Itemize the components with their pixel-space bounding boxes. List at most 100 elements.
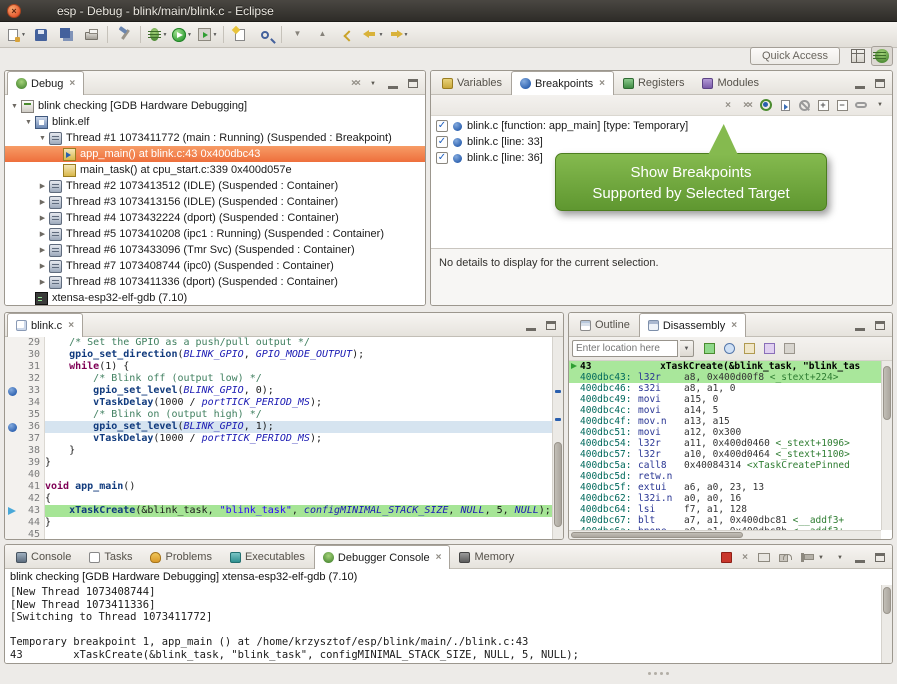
line-number[interactable]: 31 [19, 361, 45, 373]
expand-arrow-icon[interactable]: ▶ [36, 246, 49, 254]
view-menu-button[interactable]: ▼ [871, 97, 889, 114]
tab-tasks[interactable]: Tasks [80, 545, 141, 568]
debug-tree-item[interactable]: ▶Thread #5 1073410208 (ipc1 : Running) (… [5, 226, 425, 242]
sash-handle[interactable] [648, 672, 669, 675]
disassembly-row[interactable]: 400dbc67:blta7, a1, 0x400dbc81 <__addf3+ [569, 515, 881, 526]
code-text[interactable] [45, 469, 552, 481]
maximize-view-button[interactable] [871, 317, 889, 334]
line-number[interactable]: 42 [19, 493, 45, 505]
code-text[interactable]: /* Blink off (output low) */ [45, 373, 552, 385]
editor-ruler-cell[interactable] [5, 469, 19, 481]
run-button[interactable]: ▼ [170, 24, 194, 46]
quick-access-button[interactable]: Quick Access [750, 47, 840, 65]
maximize-view-button[interactable] [871, 549, 889, 566]
previous-annotation-button[interactable] [311, 24, 335, 46]
link-with-debug-view-button[interactable] [852, 97, 870, 114]
minimize-view-button[interactable] [851, 549, 869, 566]
disassembly-row[interactable]: 400dbc5a:call80x40084314 <xTaskCreatePin… [569, 460, 881, 471]
expand-arrow-icon[interactable]: ▼ [22, 119, 35, 126]
disassembly-row[interactable]: 400dbc51:movia12, 0x300 [569, 427, 881, 438]
location-input[interactable] [572, 340, 678, 357]
breakpoint-item[interactable]: ✓blink.c [function: app_main] [type: Tem… [431, 118, 892, 134]
open-perspective-button[interactable] [847, 46, 869, 66]
line-number[interactable]: 39 [19, 457, 45, 469]
tab-memory[interactable]: Memory [450, 545, 523, 568]
pin-console-button[interactable] [793, 549, 811, 566]
code-text[interactable] [45, 529, 552, 539]
skip-all-breakpoints-button[interactable] [795, 97, 813, 114]
maximize-view-button[interactable] [871, 75, 889, 92]
expand-arrow-icon[interactable]: ▶ [36, 230, 49, 238]
remove-selected-breakpoints-button[interactable]: × [719, 97, 737, 114]
line-number[interactable]: 36 [19, 421, 45, 433]
show-breakpoints-supported-by-selected-target-button[interactable] [757, 97, 775, 114]
disassembly-row[interactable]: 400dbc4c:movia14, 5 [569, 405, 881, 416]
save-all-button[interactable] [54, 24, 78, 46]
collapse-all-button[interactable]: − [833, 97, 851, 114]
tab-blink-c[interactable]: blink.c× [7, 313, 83, 337]
view-menu-button[interactable]: ▼ [364, 75, 382, 92]
minimize-view-button[interactable] [384, 75, 402, 92]
expand-all-button[interactable]: + [814, 97, 832, 114]
code-text[interactable]: gpio_set_direction(BLINK_GPIO, GPIO_MODE… [45, 349, 552, 361]
disassembly-vertical-scrollbar[interactable] [881, 361, 892, 530]
save-button[interactable] [29, 24, 53, 46]
next-annotation-button[interactable] [286, 24, 310, 46]
checkbox-icon[interactable]: ✓ [436, 152, 448, 164]
code-text[interactable]: { [45, 493, 552, 505]
dropdown-arrow-icon[interactable]: ▼ [163, 32, 168, 38]
tab-console[interactable]: Console [7, 545, 80, 568]
line-number[interactable]: 30 [19, 349, 45, 361]
code-editor[interactable]: 29 /* Set the GPIO as a push/pull output… [5, 337, 552, 539]
dropdown-arrow-icon[interactable]: ▼ [187, 32, 192, 38]
dropdown-arrow-icon[interactable]: ▼ [21, 32, 26, 38]
breakpoint-annotation-mark[interactable] [555, 418, 561, 421]
minimize-view-button[interactable] [522, 317, 540, 334]
tab-variables[interactable]: Variables [433, 71, 511, 94]
minimize-view-button[interactable] [851, 75, 869, 92]
line-number[interactable]: 32 [19, 373, 45, 385]
disassembly-listing[interactable]: 43 xTaskCreate(&blink_task, "blink_tas 40… [569, 361, 881, 530]
disassembly-row[interactable]: 43 xTaskCreate(&blink_task, "blink_tas [569, 361, 881, 372]
remove-launch-button[interactable]: × [736, 549, 754, 566]
maximize-view-button[interactable] [404, 75, 422, 92]
expand-arrow-icon[interactable]: ▼ [8, 103, 21, 110]
console-vertical-scrollbar[interactable] [881, 585, 892, 663]
disassembly-row[interactable]: 400dbc57:l32ra10, 0x400d0464 <_stext+110… [569, 449, 881, 460]
go-to-file-for-breakpoint-button[interactable] [776, 97, 794, 114]
line-number[interactable]: 29 [19, 337, 45, 349]
line-number[interactable]: 33 [19, 385, 45, 397]
debug-tree-item[interactable]: ▶Thread #6 1073433096 (Tmr Svc) (Suspend… [5, 242, 425, 258]
tab-debugger-console[interactable]: Debugger Console× [314, 545, 451, 569]
console-output[interactable]: [New Thread 1073408744][New Thread 10734… [5, 585, 881, 663]
editor-ruler-cell[interactable] [5, 529, 19, 539]
disassembly-row[interactable]: 400dbc5d:retw.n [569, 471, 881, 482]
disassembly-row[interactable]: 400dbc46:s32ia8, a1, 0 [569, 383, 881, 394]
expand-arrow-icon[interactable]: ▶ [36, 214, 49, 222]
code-text[interactable]: vTaskDelay(1000 / portTICK_PERIOD_MS); [45, 397, 552, 409]
disassembly-row[interactable]: 400dbc62:l32i.na0, a0, 16 [569, 493, 881, 504]
code-text[interactable]: /* Set the GPIO as a push/pull output */ [45, 337, 552, 349]
editor-ruler-cell[interactable] [5, 505, 19, 517]
tab-registers[interactable]: Registers [614, 71, 693, 94]
search-button[interactable] [253, 24, 277, 46]
debug-launch-tree[interactable]: ▼blink checking [GDB Hardware Debugging]… [5, 95, 425, 306]
code-text[interactable]: gpio_set_level(BLINK_GPIO, 1); [45, 421, 552, 433]
dropdown-arrow-icon[interactable]: ▼ [379, 32, 384, 38]
editor-ruler-cell[interactable] [5, 373, 19, 385]
scrollbar-thumb[interactable] [883, 366, 891, 420]
breakpoint-item[interactable]: ✓blink.c [line: 33] [431, 134, 892, 150]
last-edit-location-button[interactable] [336, 24, 360, 46]
disassembly-row[interactable]: 400dbc64:lsif7, a1, 128 [569, 504, 881, 515]
line-number[interactable]: 45 [19, 529, 45, 539]
print-button[interactable] [79, 24, 103, 46]
code-text[interactable]: } [45, 457, 552, 469]
go-to-pc-button[interactable] [700, 340, 718, 357]
console-menu-button[interactable]: ▼ [812, 549, 830, 566]
remove-all-terminated-button[interactable]: ×× [346, 75, 364, 92]
expand-arrow-icon[interactable]: ▼ [36, 135, 49, 142]
expand-arrow-icon[interactable]: ▶ [36, 262, 49, 270]
line-number[interactable]: 40 [19, 469, 45, 481]
debug-perspective-button[interactable] [871, 46, 893, 66]
line-number[interactable]: 38 [19, 445, 45, 457]
